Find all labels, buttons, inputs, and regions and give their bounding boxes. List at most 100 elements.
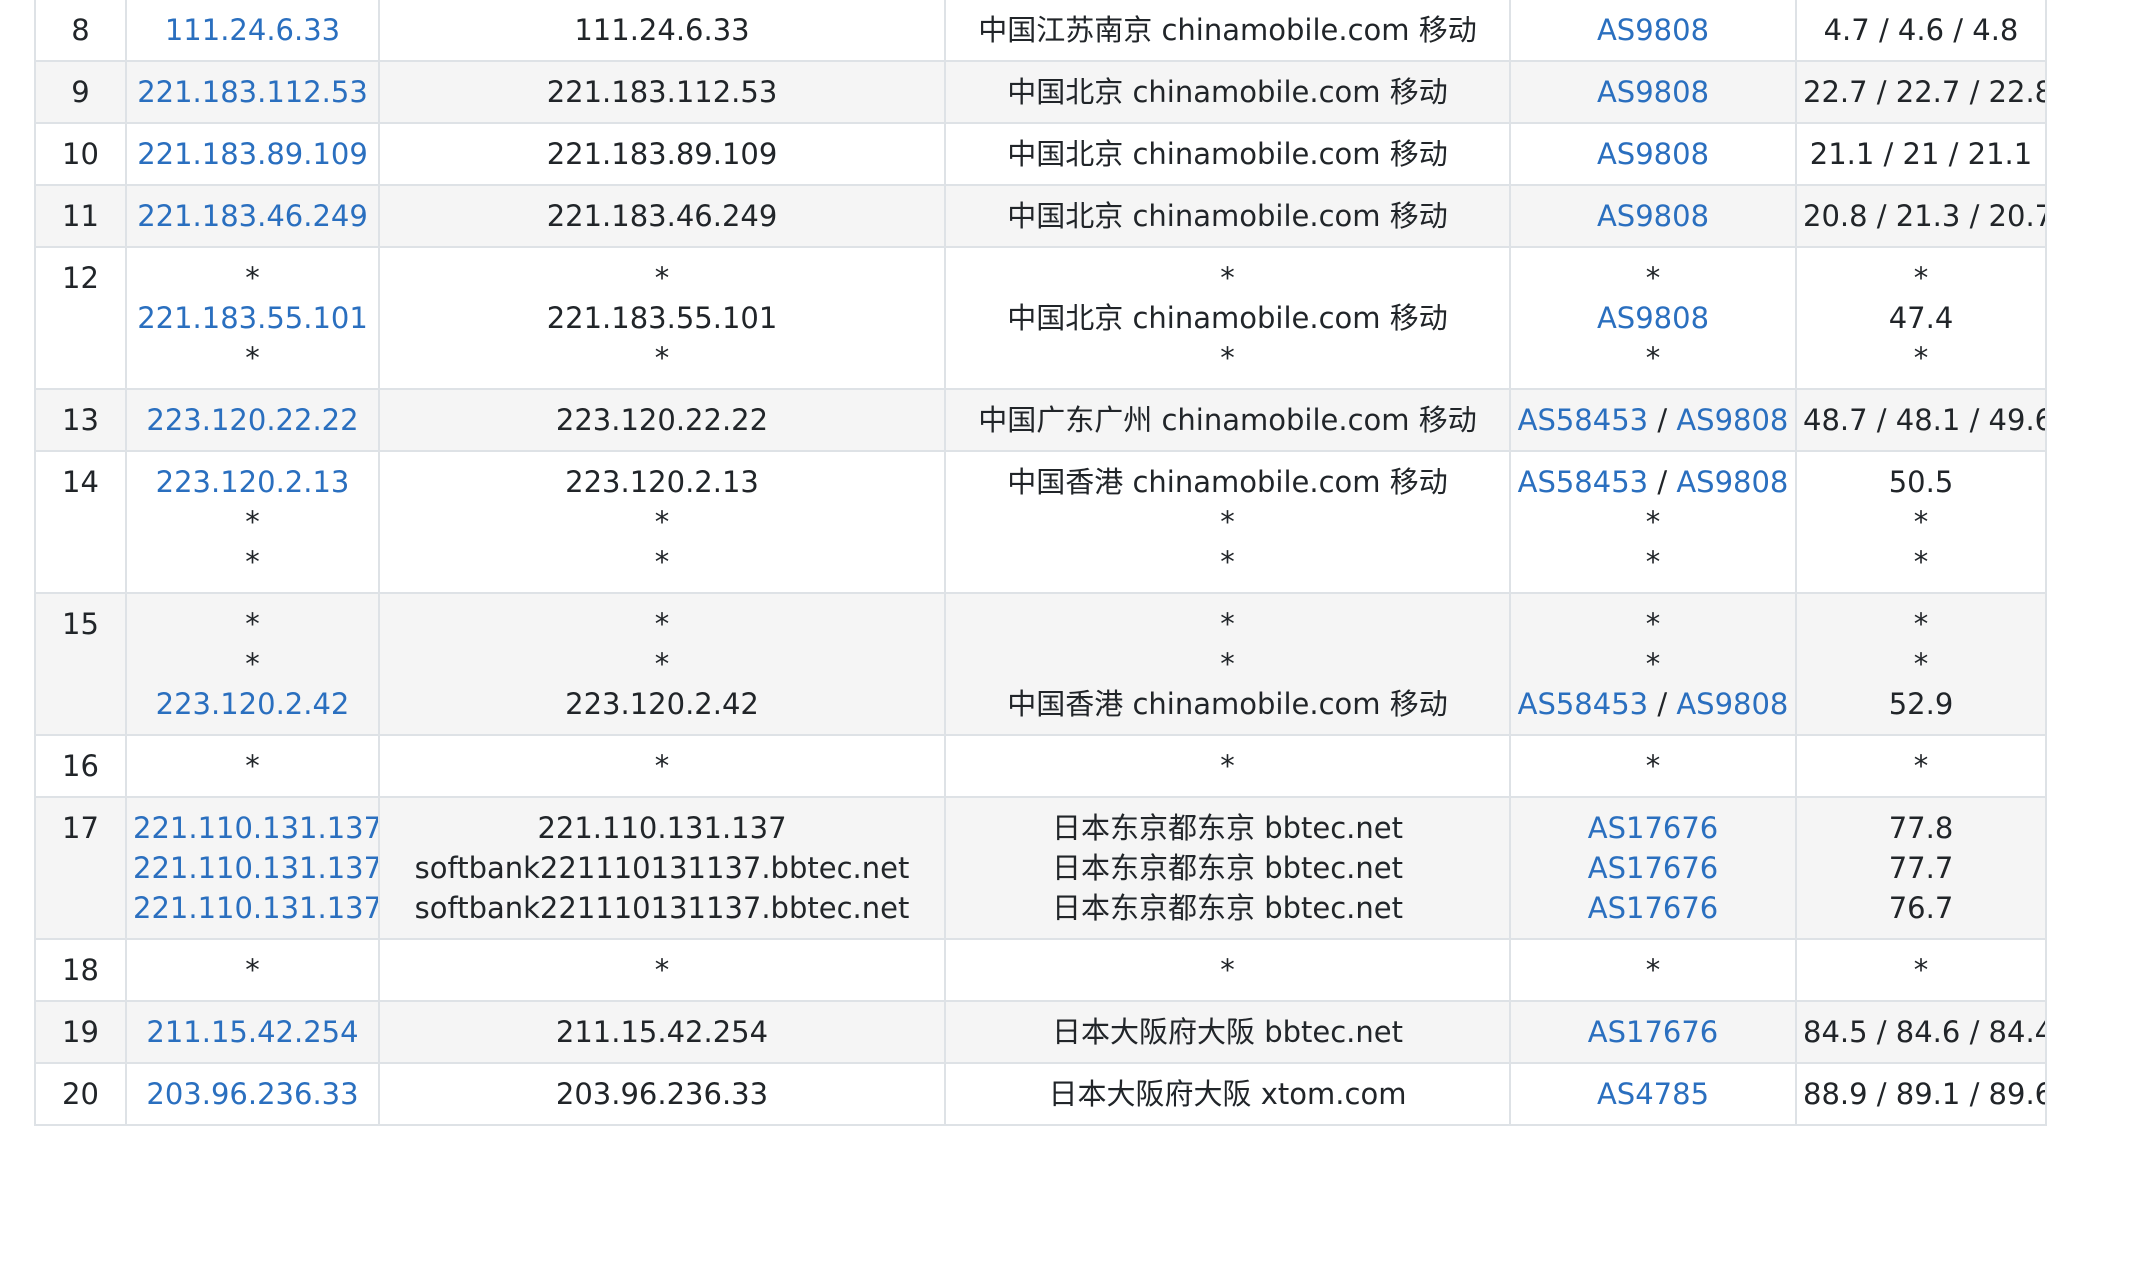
location-text: * [1220, 607, 1235, 641]
as-link[interactable]: AS17676 [1588, 1015, 1719, 1049]
location-cell: 日本东京都东京 bbtec.net 日本东京都东京 bbtec.net 日本东京都东… [944, 797, 1511, 940]
as-link[interactable]: AS9808 [1676, 465, 1788, 499]
ip-cell: 203.96.236.33 [125, 1063, 380, 1126]
hostname-text: * [654, 749, 670, 783]
ip-link[interactable]: 221.183.55.101 [133, 298, 372, 338]
location-text: 日本东京都东京 bbtec.net [1051, 851, 1403, 885]
as-line: AS17676 [1517, 1012, 1789, 1052]
hostname-text: * [654, 607, 670, 641]
hostname-cell: 111.24.6.33 [378, 0, 946, 62]
ip-link[interactable]: 111.24.6.33 [133, 10, 372, 50]
latency-cell: 88.9 / 89.1 / 89.6 [1795, 1063, 2047, 1126]
ip-link[interactable]: 203.96.236.33 [133, 1074, 372, 1114]
location-cell: 中国北京 chinamobile.com 移动 [944, 123, 1511, 186]
location-text: 中国香港 chinamobile.com 移动 [1007, 687, 1448, 721]
latency-cell: 22.7 / 22.7 / 22.8 [1795, 61, 2047, 124]
hostname-cell: 223.120.2.13 * * [378, 451, 946, 594]
as-text: * [1645, 545, 1661, 579]
as-cell: AS17676 [1509, 1001, 1797, 1064]
hop-number: 8 [34, 0, 127, 62]
latency-text: 76.7 [1888, 891, 1954, 925]
as-cell: * * AS58453 / AS9808 [1509, 593, 1797, 736]
as-line: * [1517, 746, 1789, 786]
as-link[interactable]: AS58453 [1518, 687, 1649, 721]
ip-link[interactable]: 221.183.112.53 [133, 72, 372, 112]
location-cell: * [944, 735, 1511, 798]
ip-text: * [245, 261, 260, 295]
as-link[interactable]: AS58453 [1518, 403, 1649, 437]
hostname-cell: * * 223.120.2.42 [378, 593, 946, 736]
hop-row: 9 221.183.112.53 221.183.112.53 中国北京 chinam… [34, 61, 2047, 124]
hop-row: 18 * * * * * [34, 939, 2047, 1002]
as-cell: AS58453 / AS9808 [1509, 389, 1797, 452]
ip-link[interactable]: 221.110.131.137 [133, 888, 377, 928]
ip-link[interactable]: 223.120.22.22 [133, 400, 372, 440]
latency-text: 48.7 / 48.1 / 49.6 [1803, 403, 2046, 437]
hop-number: 16 [34, 735, 127, 798]
hostname-text: 203.96.236.33 [555, 1077, 769, 1111]
location-cell: 中国北京 chinamobile.com 移动 [944, 185, 1511, 248]
hostname-text: * [654, 261, 670, 295]
hostname-cell: 221.183.89.109 [378, 123, 946, 186]
as-link[interactable]: AS9808 [1597, 137, 1709, 171]
latency-text: * [1913, 505, 1929, 539]
as-cell: * AS9808 * [1509, 247, 1797, 390]
as-link[interactable]: AS9808 [1597, 75, 1709, 109]
ip-link[interactable]: 211.15.42.254 [133, 1012, 372, 1052]
as-text: * [1645, 505, 1661, 539]
hop-number: 14 [34, 451, 127, 594]
as-text: * [1645, 341, 1661, 375]
location-cell: 日本大阪府大阪 bbtec.net [944, 1001, 1511, 1064]
hop-number: 18 [34, 939, 127, 1002]
ip-cell: * [125, 939, 380, 1002]
as-link[interactable]: AS17676 [1588, 851, 1719, 885]
traceroute-table: 8 111.24.6.33 111.24.6.33 中国江苏南京 chinamobil… [34, 0, 2047, 1126]
hostname-text: 223.120.2.42 [565, 687, 759, 721]
as-text: * [1645, 749, 1661, 783]
as-link[interactable]: AS9808 [1597, 301, 1709, 335]
as-link[interactable]: AS9808 [1676, 687, 1788, 721]
latency-text: * [1913, 261, 1929, 295]
ip-link[interactable]: 221.183.46.249 [133, 196, 372, 236]
ip-link[interactable]: 221.183.89.109 [133, 134, 372, 174]
location-text: * [1220, 545, 1235, 579]
as-link[interactable]: AS58453 [1518, 465, 1649, 499]
hostname-cell: 203.96.236.33 [378, 1063, 946, 1126]
hostname-cell: * [378, 735, 946, 798]
location-text: 中国北京 chinamobile.com 移动 [1007, 301, 1448, 335]
hostname-cell: 221.183.112.53 [378, 61, 946, 124]
as-line: * [1517, 950, 1789, 990]
as-line: AS9808 [1517, 10, 1789, 50]
hostname-text: 221.183.112.53 [546, 75, 778, 109]
ip-link[interactable]: 221.110.131.137 [133, 848, 377, 888]
hostname-cell: 211.15.42.254 [378, 1001, 946, 1064]
hostname-text: * [654, 341, 670, 375]
as-line: AS58453 / AS9808 [1517, 684, 1789, 724]
as-link[interactable]: AS9808 [1676, 403, 1788, 437]
ip-link[interactable]: 223.120.2.42 [133, 684, 372, 724]
as-link[interactable]: AS9808 [1597, 13, 1709, 47]
hostname-text: * [654, 545, 670, 579]
as-link[interactable]: AS17676 [1588, 891, 1719, 925]
latency-cell: 21.1 / 21 / 21.1 [1795, 123, 2047, 186]
as-line: * [1517, 604, 1789, 644]
hop-row: 20 203.96.236.33 203.96.236.33 日本大阪府大阪 xtom… [34, 1063, 2047, 1126]
ip-link[interactable]: 223.120.2.13 [133, 462, 372, 502]
location-cell: 中国香港 chinamobile.com 移动 * * [944, 451, 1511, 594]
hop-number: 15 [34, 593, 127, 736]
as-cell: AS17676 AS17676 AS17676 [1509, 797, 1797, 940]
as-line: AS17676 [1517, 808, 1789, 848]
as-link[interactable]: AS17676 [1588, 811, 1719, 845]
as-link[interactable]: AS9808 [1597, 199, 1709, 233]
ip-cell: 221.183.112.53 [125, 61, 380, 124]
location-cell: 中国江苏南京 chinamobile.com 移动 [944, 0, 1511, 62]
as-link[interactable]: AS4785 [1597, 1077, 1709, 1111]
hostname-cell: * 221.183.55.101 * [378, 247, 946, 390]
ip-link[interactable]: 221.110.131.137 [133, 808, 377, 848]
as-line: * [1517, 502, 1789, 542]
as-line: AS9808 [1517, 196, 1789, 236]
hop-row: 12 * 221.183.55.101 * * 221.183.55.101 * * 中国北京 … [34, 247, 2047, 390]
latency-cell: 84.5 / 84.6 / 84.4 [1795, 1001, 2047, 1064]
as-cell: AS9808 [1509, 123, 1797, 186]
latency-cell: 20.8 / 21.3 / 20.7 [1795, 185, 2047, 248]
